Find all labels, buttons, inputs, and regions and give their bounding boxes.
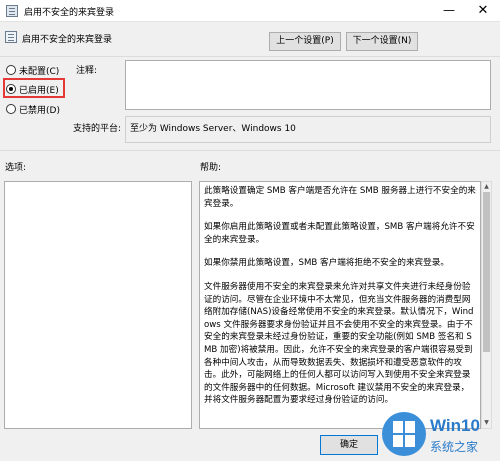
options-label: 选项: (5, 163, 27, 173)
minimize-icon[interactable]: — (432, 0, 466, 22)
watermark-logo: Win10 系统之家 (382, 408, 500, 461)
watermark-subtext: 系统之家 (430, 440, 479, 454)
help-paragraph: 此策略设置确定 SMB 客户端是否允许在 SMB 服务器上进行不安全的来宾登录。 (204, 186, 476, 209)
setting-title: 启用不安全的来宾登录 (22, 35, 113, 45)
divider (0, 150, 500, 151)
divider (0, 56, 500, 57)
radio-label: 已禁用(D) (19, 105, 60, 116)
scroll-up-icon[interactable]: ▲ (482, 182, 491, 192)
radio-circle[interactable] (6, 65, 16, 75)
ok-button[interactable]: 确定 (320, 435, 378, 455)
platform-value: 至少为 Windows Server、Windows 10 (125, 116, 491, 143)
highlight-box (3, 78, 65, 98)
comment-field[interactable] (125, 60, 491, 110)
title-bar: 启用不安全的来宾登录 — ✕ (0, 0, 500, 22)
platform-label: 支持的平台: (73, 124, 122, 134)
next-setting-button[interactable]: 下一个设置(N) (346, 32, 418, 51)
close-icon[interactable]: ✕ (466, 0, 500, 22)
radio-not-configured[interactable]: 未配置(C) (6, 63, 59, 77)
options-pane (4, 181, 192, 429)
radio-disabled[interactable]: 已禁用(D) (6, 102, 60, 116)
help-pane[interactable]: 此策略设置确定 SMB 客户端是否允许在 SMB 服务器上进行不安全的来宾登录。… (199, 181, 481, 429)
help-label: 帮助: (200, 163, 222, 173)
previous-setting-button[interactable]: 上一个设置(P) (269, 32, 341, 51)
window-title: 启用不安全的来宾登录 (24, 8, 115, 18)
radio-circle[interactable] (6, 104, 16, 114)
setting-icon (5, 31, 17, 43)
help-scrollbar[interactable]: ▲ ▼ (481, 181, 492, 429)
radio-label: 未配置(C) (19, 66, 60, 77)
help-paragraph: 如果你启用此策略设置或者未配置此策略设置，SMB 客户端将允许不安全的来宾登录。 (204, 222, 475, 245)
comment-label: 注释: (76, 66, 98, 76)
help-paragraph: 文件服务器使用不安全的来宾登录来允许对共享文件夹进行未经身份验证的访问。尽管在企… (204, 281, 474, 406)
watermark-text: Win10 (430, 416, 480, 435)
windows-logo-icon (393, 421, 415, 447)
scroll-thumb[interactable] (483, 192, 490, 352)
policy-icon (6, 5, 18, 17)
help-paragraph: 如果你禁用此策略设置，SMB 客户端将拒绝不安全的来宾登录。 (204, 258, 449, 269)
